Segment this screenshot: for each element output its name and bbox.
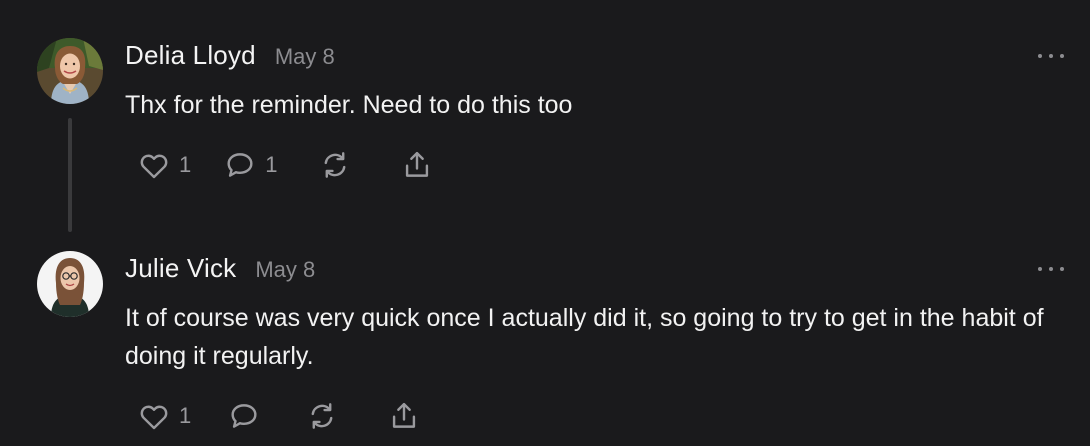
share-button[interactable]: [400, 147, 434, 183]
restack-button[interactable]: [318, 147, 352, 183]
comment-date[interactable]: May 8: [255, 257, 315, 283]
like-button[interactable]: 1: [137, 147, 191, 183]
author-name[interactable]: Julie Vick: [125, 253, 236, 284]
comment-text: It of course was very quick once I actua…: [125, 304, 1044, 370]
thread-connector-line: [68, 118, 72, 232]
like-count: 1: [179, 152, 192, 177]
like-button[interactable]: 1: [137, 398, 191, 434]
comment-header: Delia Lloyd May 8: [125, 40, 335, 71]
share-button[interactable]: [387, 398, 421, 434]
share-icon: [393, 402, 416, 428]
restack-icon: [311, 403, 333, 429]
comment-header: Julie Vick May 8: [125, 253, 315, 284]
comment-date[interactable]: May 8: [275, 44, 335, 70]
restack-icon: [324, 152, 345, 178]
more-icon[interactable]: [1038, 46, 1064, 66]
comment-icon: [227, 153, 253, 177]
restack-button[interactable]: [305, 398, 339, 434]
more-icon[interactable]: [1038, 259, 1064, 279]
author-name[interactable]: Delia Lloyd: [125, 40, 256, 71]
comment-actions: 1: [137, 398, 421, 434]
comment-actions: 1 1: [137, 147, 434, 183]
avatar[interactable]: [37, 38, 103, 104]
comment-text: Thx for the reminder. Need to do this to…: [125, 91, 573, 119]
like-count: 1: [179, 403, 192, 428]
comment-icon: [231, 404, 257, 428]
reply-count: 1: [265, 152, 278, 177]
heart-icon: [140, 405, 168, 430]
reply-button[interactable]: 1: [223, 147, 278, 183]
avatar[interactable]: [37, 251, 103, 317]
share-icon: [405, 151, 428, 177]
reply-button[interactable]: [227, 398, 261, 434]
heart-icon: [140, 154, 168, 179]
